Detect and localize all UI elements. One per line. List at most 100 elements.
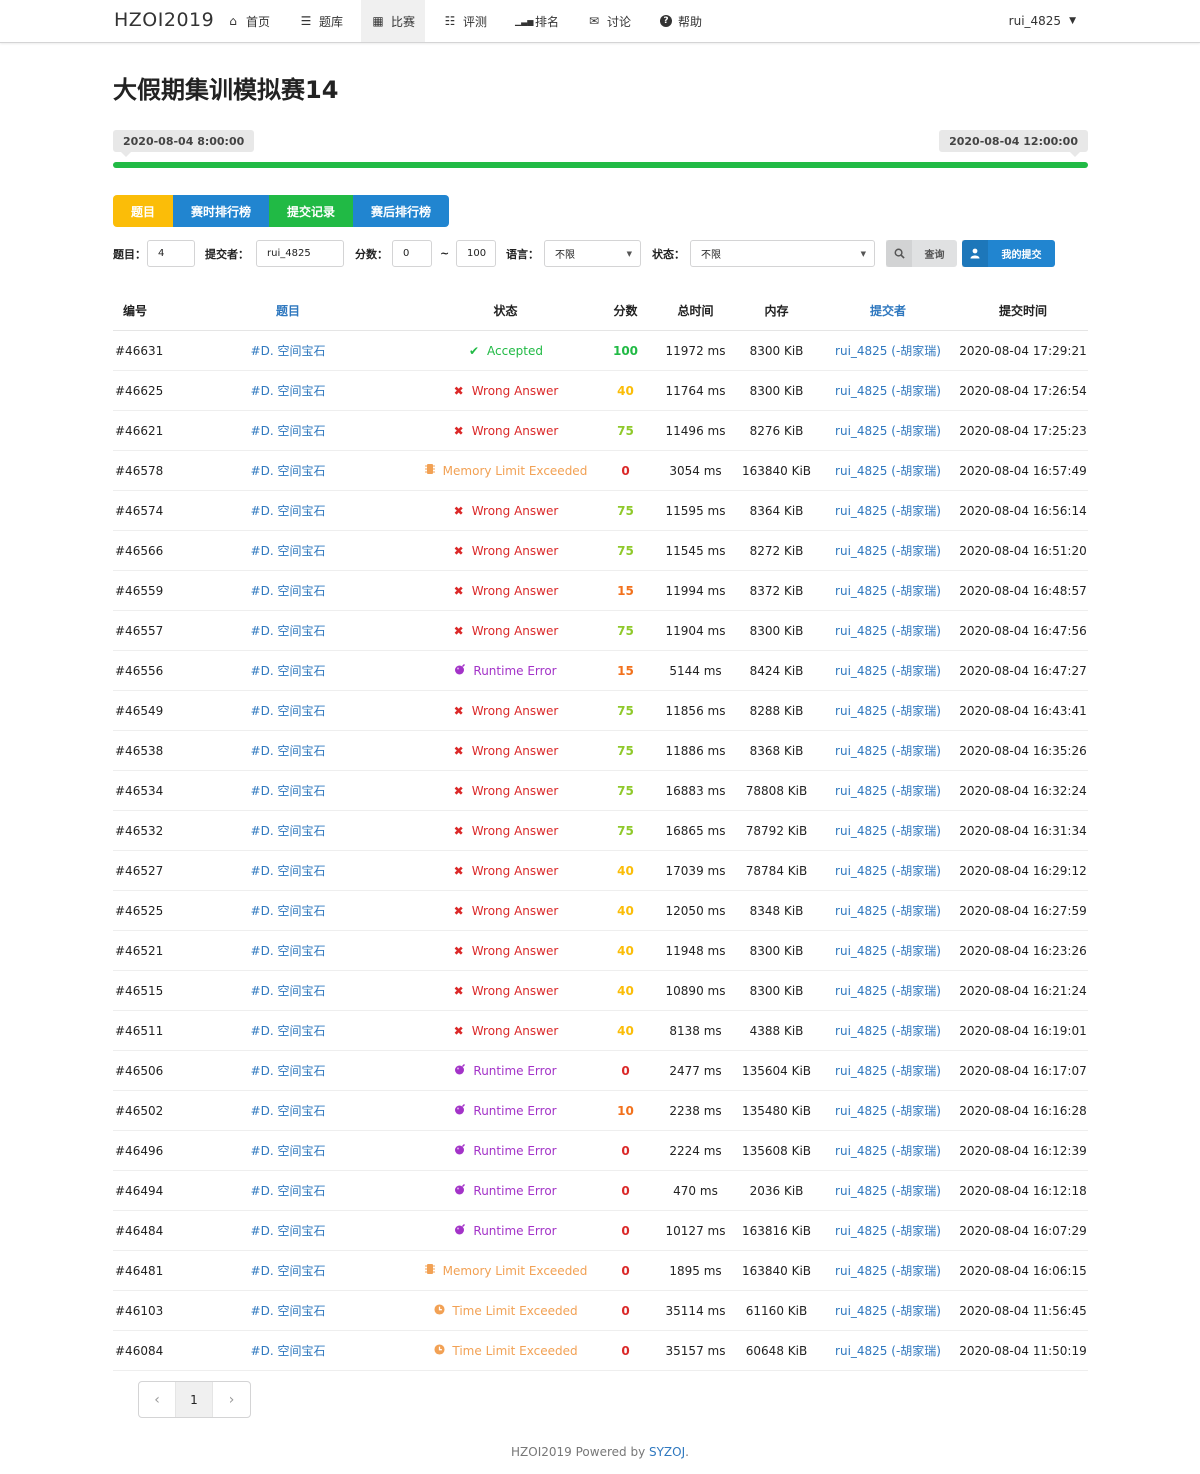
problem-link[interactable]: #D. 空间宝石 bbox=[233, 411, 343, 450]
submission-id-link[interactable]: #46484 bbox=[113, 1211, 233, 1250]
table-row[interactable]: #46481 #D. 空间宝石 Memory Limit Exceeded 0 1895… bbox=[113, 1251, 1088, 1291]
submitter-link[interactable]: rui_4825 (-胡家瑞) bbox=[818, 1291, 958, 1330]
table-row[interactable]: #46549 #D. 空间宝石 ✖ Wrong Answer 75 11856 ms 828… bbox=[113, 691, 1088, 731]
table-row[interactable]: #46084 #D. 空间宝石 Time Limit Exceeded 0 35157 … bbox=[113, 1331, 1088, 1371]
table-row[interactable]: #46559 #D. 空间宝石 ✖ Wrong Answer 15 11994 ms 837… bbox=[113, 571, 1088, 611]
nav-item-6[interactable]: ? 帮助 bbox=[650, 0, 712, 42]
problem-link[interactable]: #D. 空间宝石 bbox=[233, 451, 343, 490]
table-row[interactable]: #46521 #D. 空间宝石 ✖ Wrong Answer 40 11948 ms 830… bbox=[113, 931, 1088, 971]
submitter-link[interactable]: rui_4825 (-胡家瑞) bbox=[818, 571, 958, 610]
nav-item-4[interactable]: ▁▃▅ 排名 bbox=[505, 0, 569, 42]
problem-link[interactable]: #D. 空间宝石 bbox=[233, 1291, 343, 1330]
problem-link[interactable]: #D. 空间宝石 bbox=[233, 331, 343, 370]
status-cell[interactable]: Runtime Error bbox=[383, 651, 628, 690]
tab-1[interactable]: 赛时排行榜 bbox=[173, 195, 270, 227]
problem-link[interactable]: #D. 空间宝石 bbox=[233, 491, 343, 530]
submitter-link[interactable]: rui_4825 (-胡家瑞) bbox=[818, 1211, 958, 1250]
brand-logo[interactable]: HZOI2019 bbox=[114, 9, 214, 31]
problem-link[interactable]: #D. 空间宝石 bbox=[233, 1091, 343, 1130]
syzoj-link[interactable]: SYZOJ bbox=[649, 1445, 685, 1459]
status-cell[interactable]: Runtime Error bbox=[383, 1091, 628, 1130]
submitter-link[interactable]: rui_4825 (-胡家瑞) bbox=[818, 1131, 958, 1170]
problem-link[interactable]: #D. 空间宝石 bbox=[233, 1211, 343, 1250]
submitter-link[interactable]: rui_4825 (-胡家瑞) bbox=[818, 971, 958, 1010]
submitter-link[interactable]: rui_4825 (-胡家瑞) bbox=[818, 651, 958, 690]
table-row[interactable]: #46578 #D. 空间宝石 Memory Limit Exceeded 0 3054… bbox=[113, 451, 1088, 491]
status-cell[interactable]: ✖ Wrong Answer bbox=[383, 811, 628, 850]
table-row[interactable]: #46496 #D. 空间宝石 Runtime Error 0 2224 ms 13560… bbox=[113, 1131, 1088, 1171]
problem-link[interactable]: #D. 空间宝石 bbox=[233, 811, 343, 850]
nav-item-5[interactable]: ✉ 讨论 bbox=[577, 0, 641, 42]
submission-id-link[interactable]: #46549 bbox=[113, 691, 233, 730]
status-cell[interactable]: ✖ Wrong Answer bbox=[383, 851, 628, 890]
status-cell[interactable]: ✖ Wrong Answer bbox=[383, 691, 628, 730]
submitter-link[interactable]: rui_4825 (-胡家瑞) bbox=[818, 1251, 958, 1290]
submission-id-link[interactable]: #46494 bbox=[113, 1171, 233, 1210]
table-row[interactable]: #46538 #D. 空间宝石 ✖ Wrong Answer 75 11886 ms 836… bbox=[113, 731, 1088, 771]
problem-link[interactable]: #D. 空间宝石 bbox=[233, 571, 343, 610]
status-cell[interactable]: ✖ Wrong Answer bbox=[383, 771, 628, 810]
status-cell[interactable]: ✖ Wrong Answer bbox=[383, 891, 628, 930]
status-cell[interactable]: ✖ Wrong Answer bbox=[383, 1011, 628, 1050]
table-row[interactable]: #46534 #D. 空间宝石 ✖ Wrong Answer 75 16883 ms 788… bbox=[113, 771, 1088, 811]
submission-id-link[interactable]: #46574 bbox=[113, 491, 233, 530]
submission-id-link[interactable]: #46557 bbox=[113, 611, 233, 650]
submission-id-link[interactable]: #46556 bbox=[113, 651, 233, 690]
table-row[interactable]: #46527 #D. 空间宝石 ✖ Wrong Answer 40 17039 ms 787… bbox=[113, 851, 1088, 891]
submission-id-link[interactable]: #46496 bbox=[113, 1131, 233, 1170]
table-row[interactable]: #46566 #D. 空间宝石 ✖ Wrong Answer 75 11545 ms 827… bbox=[113, 531, 1088, 571]
problem-link[interactable]: #D. 空间宝石 bbox=[233, 1331, 343, 1370]
submitter-filter-input[interactable]: rui_4825 bbox=[256, 240, 344, 267]
status-cell[interactable]: ✖ Wrong Answer bbox=[383, 411, 628, 450]
score-min-input[interactable]: 0 bbox=[392, 240, 432, 267]
submission-id-link[interactable]: #46521 bbox=[113, 931, 233, 970]
problem-link[interactable]: #D. 空间宝石 bbox=[233, 931, 343, 970]
problem-link[interactable]: #D. 空间宝石 bbox=[233, 731, 343, 770]
problem-link[interactable]: #D. 空间宝石 bbox=[233, 971, 343, 1010]
submission-id-link[interactable]: #46534 bbox=[113, 771, 233, 810]
table-row[interactable]: #46621 #D. 空间宝石 ✖ Wrong Answer 75 11496 ms 827… bbox=[113, 411, 1088, 451]
submitter-link[interactable]: rui_4825 (-胡家瑞) bbox=[818, 531, 958, 570]
problem-link[interactable]: #D. 空间宝石 bbox=[233, 1011, 343, 1050]
table-row[interactable]: #46525 #D. 空间宝石 ✖ Wrong Answer 40 12050 ms 834… bbox=[113, 891, 1088, 931]
status-cell[interactable]: Runtime Error bbox=[383, 1131, 628, 1170]
submitter-link[interactable]: rui_4825 (-胡家瑞) bbox=[818, 611, 958, 650]
problem-link[interactable]: #D. 空间宝石 bbox=[233, 651, 343, 690]
search-button[interactable]: 查询 bbox=[886, 240, 957, 267]
table-row[interactable]: #46103 #D. 空间宝石 Time Limit Exceeded 0 35114 … bbox=[113, 1291, 1088, 1331]
tab-3[interactable]: 赛后排行榜 bbox=[353, 195, 450, 227]
submitter-link[interactable]: rui_4825 (-胡家瑞) bbox=[818, 1331, 958, 1370]
submitter-link[interactable]: rui_4825 (-胡家瑞) bbox=[818, 1051, 958, 1090]
tab-2[interactable]: 提交记录 bbox=[269, 195, 354, 227]
submission-id-link[interactable]: #46527 bbox=[113, 851, 233, 890]
table-row[interactable]: #46502 #D. 空间宝石 Runtime Error 10 2238 ms 1354… bbox=[113, 1091, 1088, 1131]
table-row[interactable]: #46506 #D. 空间宝石 Runtime Error 0 2477 ms 13560… bbox=[113, 1051, 1088, 1091]
submission-id-link[interactable]: #46515 bbox=[113, 971, 233, 1010]
submission-id-link[interactable]: #46103 bbox=[113, 1291, 233, 1330]
submission-id-link[interactable]: #46578 bbox=[113, 451, 233, 490]
status-cell[interactable]: ✖ Wrong Answer bbox=[383, 971, 628, 1010]
submission-id-link[interactable]: #46084 bbox=[113, 1331, 233, 1370]
table-row[interactable]: #46484 #D. 空间宝石 Runtime Error 0 10127 ms 1638… bbox=[113, 1211, 1088, 1251]
table-row[interactable]: #46557 #D. 空间宝石 ✖ Wrong Answer 75 11904 ms 830… bbox=[113, 611, 1088, 651]
status-cell[interactable]: ✖ Wrong Answer bbox=[383, 531, 628, 570]
nav-item-2[interactable]: ▦ 比赛 bbox=[361, 0, 426, 42]
problem-link[interactable]: #D. 空间宝石 bbox=[233, 1251, 343, 1290]
status-cell[interactable]: ✖ Wrong Answer bbox=[383, 611, 628, 650]
submission-id-link[interactable]: #46566 bbox=[113, 531, 233, 570]
submitter-link[interactable]: rui_4825 (-胡家瑞) bbox=[818, 1171, 958, 1210]
language-select[interactable]: 不限 ▼ bbox=[544, 240, 641, 267]
status-cell[interactable]: Time Limit Exceeded bbox=[383, 1291, 628, 1330]
problem-link[interactable]: #D. 空间宝石 bbox=[233, 1051, 343, 1090]
prev-page-button[interactable]: ‹ bbox=[139, 1382, 176, 1417]
nav-item-1[interactable]: ☰ 题库 bbox=[289, 0, 353, 42]
score-max-input[interactable]: 100 bbox=[456, 240, 496, 267]
submission-id-link[interactable]: #46625 bbox=[113, 371, 233, 410]
table-row[interactable]: #46556 #D. 空间宝石 Runtime Error 15 5144 ms 8424… bbox=[113, 651, 1088, 691]
status-select[interactable]: 不限 ▼ bbox=[690, 240, 875, 267]
my-submissions-button[interactable]: 我的提交 bbox=[962, 240, 1055, 267]
problem-link[interactable]: #D. 空间宝石 bbox=[233, 691, 343, 730]
submitter-link[interactable]: rui_4825 (-胡家瑞) bbox=[818, 451, 958, 490]
submitter-link[interactable]: rui_4825 (-胡家瑞) bbox=[818, 851, 958, 890]
status-cell[interactable]: ✖ Wrong Answer bbox=[383, 491, 628, 530]
